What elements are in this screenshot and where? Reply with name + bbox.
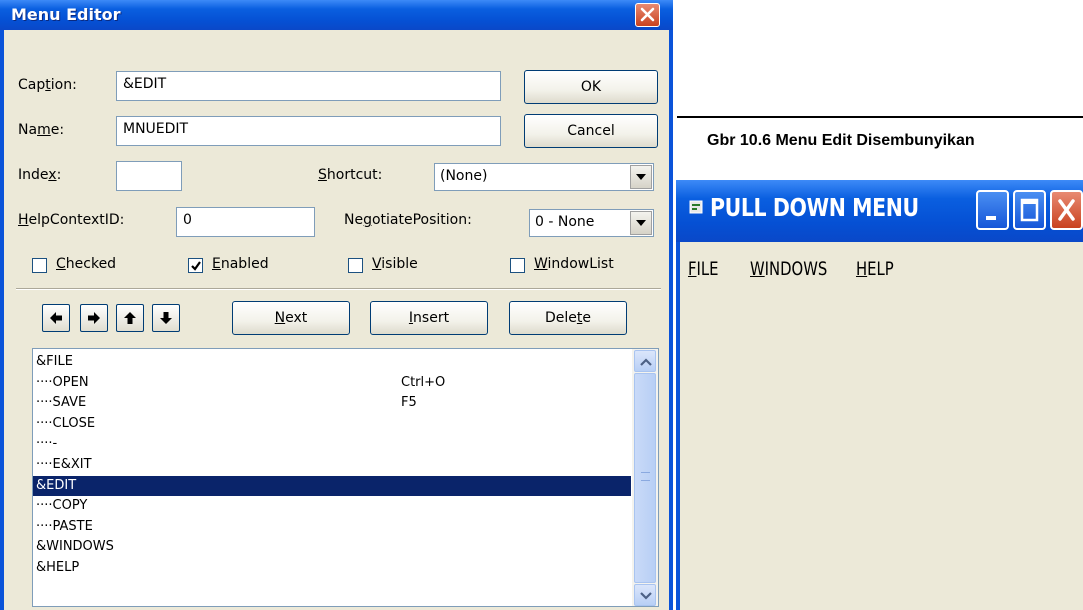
visible-label: Visible bbox=[372, 256, 418, 272]
checked-checkbox[interactable] bbox=[32, 258, 47, 273]
move-down-button[interactable] bbox=[152, 304, 180, 332]
helpcontextid-label: HelpContextID: bbox=[18, 212, 125, 228]
list-item-text: ····PASTE bbox=[36, 518, 93, 534]
next-button[interactable]: Next bbox=[232, 301, 350, 335]
cancel-button[interactable]: Cancel bbox=[524, 114, 658, 148]
delete-button[interactable]: Delete bbox=[509, 301, 627, 335]
list-item[interactable]: &EDIT bbox=[33, 475, 631, 497]
chevron-up-icon bbox=[640, 358, 652, 366]
index-label: Index: bbox=[18, 167, 62, 183]
list-scrollbar[interactable] bbox=[632, 349, 658, 606]
pull-down-title: PULL DOWN MENU bbox=[710, 193, 919, 222]
list-item-text: &WINDOWS bbox=[36, 539, 114, 555]
scroll-down-button[interactable] bbox=[634, 584, 656, 606]
maximize-icon bbox=[1020, 198, 1039, 222]
list-item-text: &FILE bbox=[36, 354, 73, 369]
scroll-up-button[interactable] bbox=[634, 350, 656, 372]
list-item-text: ····E&XIT bbox=[36, 456, 92, 472]
list-item[interactable]: ····COPY bbox=[33, 496, 631, 517]
list-item-text: &EDIT bbox=[36, 477, 77, 493]
caption-label: Caption: bbox=[18, 77, 77, 93]
caption-input[interactable]: &EDIT bbox=[116, 71, 501, 101]
scroll-thumb[interactable] bbox=[634, 373, 656, 583]
name-label: Name: bbox=[18, 122, 65, 138]
move-up-button[interactable] bbox=[116, 304, 144, 332]
pull-down-client: FILE WINDOWS HELP bbox=[680, 242, 1083, 610]
chevron-down-icon bbox=[636, 174, 646, 180]
shortcut-value: (None) bbox=[440, 168, 488, 184]
list-item-shortcut: F5 bbox=[401, 395, 417, 411]
list-item-text: ····- bbox=[36, 436, 58, 452]
helpcontextid-input[interactable]: 0 bbox=[176, 207, 315, 237]
shortcut-select[interactable]: (None) bbox=[434, 163, 654, 191]
menu-help[interactable]: HELP bbox=[856, 258, 894, 280]
visible-checkbox[interactable] bbox=[348, 258, 363, 273]
move-right-button[interactable] bbox=[80, 304, 108, 332]
menu-editor-title: Menu Editor bbox=[11, 5, 121, 24]
insert-button[interactable]: Insert bbox=[370, 301, 488, 335]
maximize-button[interactable] bbox=[1013, 190, 1046, 230]
negotiateposition-value: 0 - None bbox=[535, 214, 595, 230]
list-item[interactable]: &FILE bbox=[33, 352, 631, 373]
checkmark-icon bbox=[191, 261, 201, 271]
minimize-button[interactable] bbox=[976, 190, 1009, 230]
separator bbox=[16, 288, 661, 290]
list-item[interactable]: ····E&XIT bbox=[33, 455, 631, 476]
list-item-text: ····OPEN bbox=[36, 374, 89, 390]
shortcut-label: Shortcut: bbox=[318, 167, 383, 183]
arrow-left-icon bbox=[50, 312, 62, 324]
checked-label: Checked bbox=[56, 256, 117, 272]
menu-editor-window: Menu Editor Caption: &EDIT Name: MNUEDIT… bbox=[0, 0, 673, 610]
close-icon bbox=[640, 7, 655, 22]
shortcut-dropdown-button[interactable] bbox=[630, 165, 652, 189]
menu-editor-client: Caption: &EDIT Name: MNUEDIT OK Cancel I… bbox=[4, 30, 669, 610]
app-icon bbox=[689, 200, 703, 214]
ok-button[interactable]: OK bbox=[524, 70, 658, 104]
name-input[interactable]: MNUEDIT bbox=[116, 116, 501, 146]
negotiateposition-label: NegotiatePosition: bbox=[344, 212, 472, 228]
windowlist-label: WindowList bbox=[534, 256, 614, 272]
list-item-text: &HELP bbox=[36, 559, 80, 575]
arrow-up-icon bbox=[124, 312, 136, 324]
list-item[interactable]: &WINDOWS bbox=[33, 537, 631, 558]
list-item-text: ····CLOSE bbox=[36, 415, 96, 431]
minimize-icon bbox=[986, 216, 996, 220]
arrow-right-icon bbox=[88, 312, 100, 324]
menu-items-container: &FILE ····OPEN Ctrl+O ····SAVE F5 ····CLOSE ··… bbox=[33, 352, 631, 579]
move-left-button[interactable] bbox=[42, 304, 70, 332]
negotiateposition-dropdown-button[interactable] bbox=[630, 211, 652, 235]
chevron-down-icon bbox=[640, 592, 652, 600]
list-item[interactable]: ····OPEN Ctrl+O bbox=[33, 373, 631, 394]
pull-down-menu-window: PULL DOWN MENU FILE WINDOWS HELP bbox=[676, 180, 1083, 610]
list-item-text: ····COPY bbox=[36, 498, 88, 514]
arrow-down-icon bbox=[160, 312, 172, 324]
menu-items-list[interactable]: &FILE ····OPEN Ctrl+O ····SAVE F5 ····CLOSE ··… bbox=[32, 348, 659, 607]
close-button[interactable] bbox=[635, 3, 660, 27]
windowlist-checkbox[interactable] bbox=[510, 258, 525, 273]
enabled-label: Enabled bbox=[212, 256, 269, 272]
menu-windows[interactable]: WINDOWS bbox=[750, 258, 827, 280]
list-item[interactable]: ····CLOSE bbox=[33, 414, 631, 435]
list-item[interactable]: ····- bbox=[33, 434, 631, 455]
caption-rule bbox=[677, 116, 1083, 118]
pull-down-titlebar[interactable]: PULL DOWN MENU bbox=[676, 180, 1083, 242]
enabled-checkbox[interactable] bbox=[188, 258, 203, 273]
figure-caption: Gbr 10.6 Menu Edit Disembunyikan bbox=[707, 132, 975, 149]
list-item[interactable]: &HELP bbox=[33, 558, 631, 579]
close-icon bbox=[1058, 199, 1075, 221]
menu-file[interactable]: FILE bbox=[688, 258, 719, 280]
list-item[interactable]: ····SAVE F5 bbox=[33, 393, 631, 414]
list-item-shortcut: Ctrl+O bbox=[401, 374, 446, 390]
chevron-down-icon bbox=[636, 220, 646, 226]
list-item[interactable]: ····PASTE bbox=[33, 517, 631, 538]
list-item-text: ····SAVE bbox=[36, 395, 87, 411]
window-close-button[interactable] bbox=[1050, 190, 1083, 230]
negotiateposition-select[interactable]: 0 - None bbox=[529, 209, 654, 237]
scroll-grip bbox=[641, 472, 650, 481]
menu-editor-titlebar[interactable]: Menu Editor bbox=[0, 0, 673, 30]
index-input[interactable] bbox=[116, 161, 182, 191]
